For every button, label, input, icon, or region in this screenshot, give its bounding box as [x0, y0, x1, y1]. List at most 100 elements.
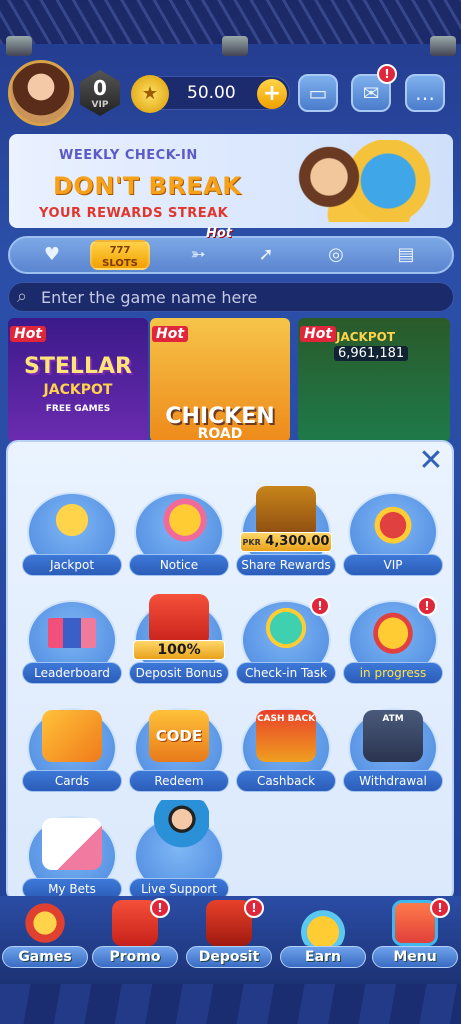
tile-label: Share Rewards — [236, 554, 336, 576]
game-subtitle: JACKPOT — [43, 382, 113, 398]
menu-tile-share-rewards[interactable]: PKR 4,300.00 Share Rewards — [236, 486, 336, 576]
share-rewards-amount: PKR 4,300.00 — [240, 532, 332, 552]
banner-line2: DON'T BREAK — [53, 172, 242, 200]
vip-level: 0 — [93, 76, 107, 100]
coin-icon: ★ — [131, 75, 169, 113]
game-tag: FREE GAMES — [45, 404, 111, 414]
menu-tile-vip[interactable]: VIP — [343, 486, 443, 576]
balance-amount: 50.00 — [187, 83, 236, 103]
menu-tile-redeem[interactable]: CODE Redeem — [129, 702, 229, 792]
tile-label: in progress — [343, 662, 443, 684]
menu-tile-notice[interactable]: Notice — [129, 486, 229, 576]
hot-badge: Hot — [10, 326, 47, 342]
chat-button[interactable]: … — [405, 74, 445, 112]
menu-tile-jackpot[interactable]: Jackpot — [22, 486, 122, 576]
menu-tile-cards[interactable]: Cards — [22, 702, 122, 792]
search-bar: ⌕ — [8, 282, 454, 312]
nav-deposit[interactable]: ! Deposit — [186, 898, 272, 972]
slots-icon: 777 — [109, 245, 131, 256]
menu-tile-withdrawal[interactable]: ATM Withdrawal — [343, 702, 443, 792]
close-button[interactable]: ✕ — [416, 446, 446, 476]
tile-label: Deposit Bonus — [129, 662, 229, 684]
vip-badge[interactable]: 0 VIP — [80, 70, 120, 116]
stage-floor — [0, 984, 461, 1024]
category-fishing[interactable]: ➳ — [168, 240, 228, 270]
mail-badge: ! — [377, 64, 397, 84]
chips-icon: ◎ — [328, 244, 344, 265]
tile-label: Notice — [129, 554, 229, 576]
menu-tile-in-progress[interactable]: ! in progress — [343, 594, 443, 684]
nav-label: Deposit — [186, 946, 272, 968]
hot-badge: Hot — [152, 326, 189, 342]
game-card-jackpot[interactable]: Hot JACKPOT 6,961,181 — [298, 318, 450, 442]
spotlight-center — [222, 36, 248, 56]
wallet-button[interactable]: ▭ — [298, 74, 338, 112]
mail-icon: ✉ — [362, 81, 380, 105]
checkin-icon — [256, 602, 316, 654]
code-icon: CODE — [149, 710, 209, 762]
category-slots[interactable]: 777 SLOTS — [90, 240, 150, 270]
fish-icon: ➳ — [190, 244, 206, 265]
game-card-stellar-jackpot[interactable]: Hot STELLAR JACKPOT FREE GAMES — [8, 318, 148, 442]
tile-label: Leaderboard — [22, 662, 122, 684]
nav-earn[interactable]: Earn — [280, 900, 366, 972]
nav-label: Games — [2, 946, 88, 968]
tile-label: VIP — [343, 554, 443, 576]
menu-tile-live-support[interactable]: Live Support — [129, 800, 229, 900]
megaphone-icon — [149, 494, 209, 546]
search-input[interactable] — [41, 286, 441, 308]
tile-label: Withdrawal — [343, 770, 443, 792]
menu-tile-deposit-bonus[interactable]: 100% Deposit Bonus — [129, 594, 229, 684]
spotlight-right — [430, 36, 456, 56]
hot-badge: Hot — [300, 326, 337, 342]
banner-illustration — [273, 140, 433, 222]
balance-bar: ★ 50.00 + — [131, 75, 290, 113]
menu-tile-checkin-task[interactable]: ! Check-in Task — [236, 594, 336, 684]
promo-badge: ! — [150, 898, 170, 918]
nav-promo[interactable]: ! Promo — [92, 898, 178, 972]
deposit-badge: ! — [244, 898, 264, 918]
checkin-badge: ! — [310, 596, 330, 616]
add-funds-button[interactable]: + — [257, 79, 287, 109]
menu-tile-my-bets[interactable]: My Bets — [22, 810, 122, 900]
menu-tile-cashback[interactable]: CASH BACK Cashback — [236, 702, 336, 792]
menu-badge: ! — [430, 898, 450, 918]
category-bar: ♥ 777 SLOTS ➳ Hot ➚ ◎ ▤ — [8, 226, 454, 274]
menu-tile-leaderboard[interactable]: Leaderboard — [22, 594, 122, 684]
tile-label: Redeem — [129, 770, 229, 792]
category-crash[interactable]: ➚ — [236, 240, 296, 270]
nav-label: Menu — [372, 946, 458, 968]
category-cards[interactable]: ▤ — [376, 240, 436, 270]
vip-label: VIP — [91, 100, 109, 110]
cashback-icon: CASH BACK — [256, 710, 316, 762]
tile-label: Cashback — [236, 770, 336, 792]
menu-panel: ✕ Jackpot Notice PKR 4,300.00 Share Rewa… — [6, 440, 454, 902]
spotlight-left — [6, 36, 32, 56]
currency-label: PKR — [242, 538, 261, 547]
avatar[interactable] — [8, 60, 74, 126]
tile-label: Check-in Task — [236, 662, 336, 684]
game-title: STELLAR — [24, 354, 132, 379]
category-table[interactable]: ◎ — [306, 240, 366, 270]
gift-icon — [149, 594, 209, 646]
cards-icon — [42, 710, 102, 762]
heart-icon: ♥ — [43, 244, 61, 265]
deposit-bonus-overlay: 100% — [133, 640, 225, 660]
category-favorites[interactable]: ♥ — [22, 240, 82, 270]
mail-button[interactable]: ✉ ! — [351, 64, 397, 112]
podium-icon — [42, 618, 102, 648]
nav-games[interactable]: Games — [2, 900, 88, 972]
treasure-chest-icon — [256, 486, 316, 538]
in-progress-badge: ! — [417, 596, 437, 616]
rocket-icon: ➚ — [258, 244, 274, 265]
nav-label: Earn — [280, 946, 366, 968]
top-bar: 0 VIP ★ 50.00 + ▭ ✉ ! … — [0, 60, 461, 126]
search-icon: ⌕ — [17, 286, 28, 307]
checkin-banner[interactable]: WEEKLY CHECK-IN DON'T BREAK YOUR REWARDS… — [9, 134, 453, 228]
crown-icon — [363, 494, 423, 546]
bets-document-icon — [42, 818, 102, 870]
banner-line1: WEEKLY CHECK-IN — [59, 148, 198, 163]
nav-menu[interactable]: ! Menu — [372, 898, 458, 972]
tile-label: Cards — [22, 770, 122, 792]
game-card-chicken-road[interactable]: Hot CHICKEN ROAD — [150, 318, 290, 442]
